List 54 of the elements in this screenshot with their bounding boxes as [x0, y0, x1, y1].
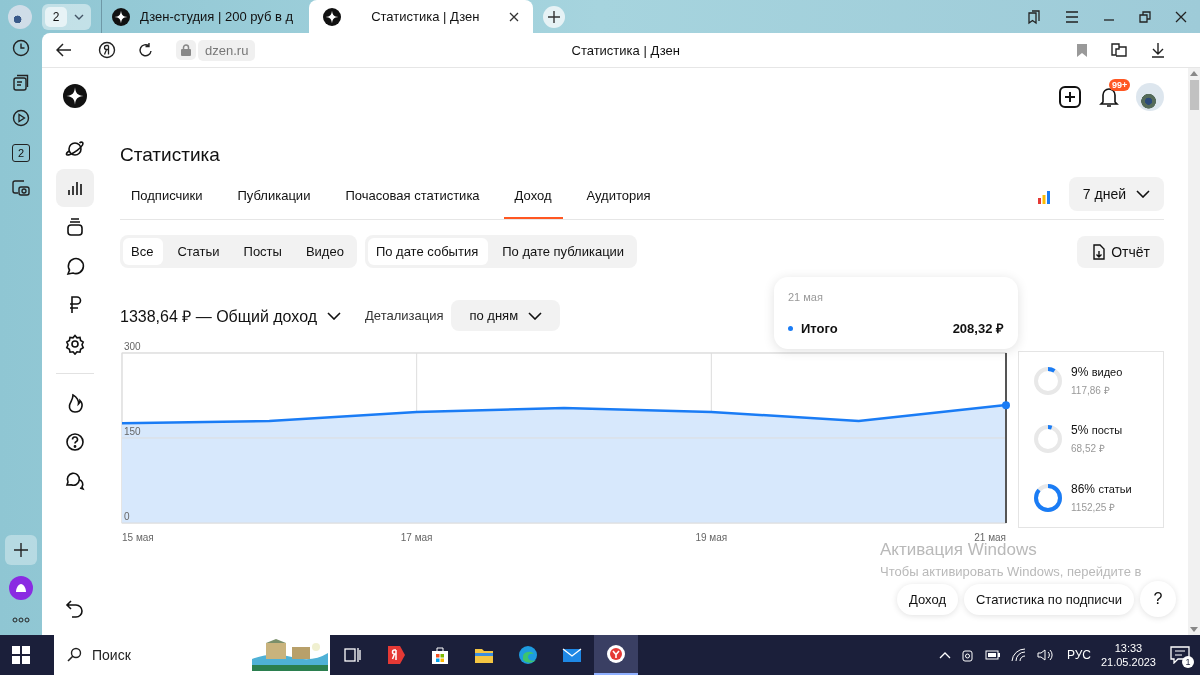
y-axis-label: 300	[124, 341, 141, 352]
share-percent: 86%	[1071, 481, 1096, 496]
time-text: 13:33	[1114, 642, 1143, 654]
address-field[interactable]: dzen.ru	[198, 39, 256, 61]
notification-count: 1	[1182, 656, 1194, 668]
share-amount: 1152,25 ₽	[1071, 500, 1117, 514]
share-percent: 9%	[1071, 365, 1089, 380]
detail-label: Детализация	[365, 308, 444, 323]
language-indicator[interactable]: РУС	[1066, 648, 1091, 662]
x-axis-label: 15 мая	[122, 532, 154, 543]
y-axis-label: 150	[124, 426, 141, 437]
tab-counter[interactable]: 2	[12, 144, 30, 162]
y-axis-label: 0	[124, 511, 130, 522]
activation-notice-text: Чтобы активировать Windows, перейдите в	[880, 564, 1142, 579]
filter-option[interactable]: Посты	[235, 238, 292, 265]
section-tab[interactable]: Подписчики	[120, 174, 214, 219]
share-label: посты	[1091, 424, 1123, 437]
section-tab[interactable]: Доход	[503, 174, 563, 219]
report-button[interactable]: Отчёт	[1077, 235, 1164, 268]
period-dropdown[interactable]: 7 дней	[1068, 176, 1164, 211]
x-axis-label: 19 мая	[695, 532, 728, 543]
date-text: 21.05.2023	[1100, 656, 1156, 668]
x-axis-label: 17 мая	[400, 532, 433, 543]
filter-option[interactable]: По дате публикации	[494, 238, 635, 265]
section-tab[interactable]: Публикации	[226, 174, 322, 219]
filter-option[interactable]: Видео	[297, 238, 354, 265]
filter-option[interactable]: Статьи	[169, 238, 230, 265]
page-heading: Статистика	[120, 144, 221, 166]
series-name: Итого	[801, 320, 839, 336]
floating-link-button[interactable]: ?	[1140, 581, 1176, 617]
tooltip-date: 21 мая	[788, 291, 824, 303]
browser-tab[interactable]: Статистика | Дзен	[309, 0, 534, 33]
page-title: Статистика | Дзен	[571, 42, 680, 58]
section-tab[interactable]: Почасовая статистика	[334, 174, 491, 219]
total-income-dropdown[interactable]: 1338,64 ₽ — Общий доход	[120, 304, 342, 327]
series-value: 208,32 ₽	[952, 320, 1004, 337]
section-tab[interactable]: Аудитория	[575, 174, 662, 219]
share-amount: 117,86 ₽	[1071, 384, 1111, 398]
share-amount: 68,52 ₽	[1071, 442, 1106, 456]
tab-count-button[interactable]: 2	[45, 6, 67, 27]
filter-option[interactable]: Все	[123, 238, 164, 265]
notification-badge: 99+	[1109, 79, 1131, 91]
taskbar-search-field[interactable]: Поиск	[54, 635, 330, 675]
clock[interactable]: 13:33 21.05.2023	[1100, 642, 1156, 668]
floating-link-button[interactable]: Доход	[897, 583, 958, 615]
x-axis-label: 21 мая	[974, 532, 1006, 543]
detail-dropdown[interactable]: по дням	[451, 300, 561, 331]
notification-center-icon[interactable]: 1	[1170, 646, 1190, 664]
activation-notice-title: Активация Windows	[880, 540, 1038, 560]
filter-option[interactable]: По дате события	[367, 238, 489, 265]
share-label: видео	[1091, 366, 1123, 379]
share-percent: 5%	[1071, 423, 1089, 438]
share-label: статьи	[1098, 482, 1132, 495]
floating-link-button[interactable]: Статистика по подписчи	[963, 583, 1134, 615]
